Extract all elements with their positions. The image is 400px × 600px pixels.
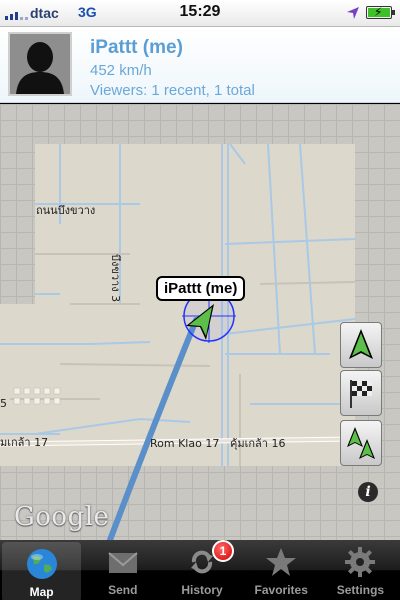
battery-charging-icon: ⚡ bbox=[366, 5, 395, 19]
map-label-edge: 5 bbox=[0, 397, 7, 410]
status-bar: dtac 3G 15:29 ⚡ bbox=[0, 0, 400, 27]
map-view[interactable]: ถนนบึงขวาง บึงขวาง 3 มเกล้า 17 Rom Klao … bbox=[0, 104, 400, 540]
tab-send[interactable]: Send bbox=[83, 540, 162, 600]
tab-settings[interactable]: Settings bbox=[321, 540, 400, 600]
user-location-label[interactable]: iPattt (me) bbox=[156, 276, 246, 301]
tab-label: Favorites bbox=[254, 583, 308, 597]
map-label-thanon-bueng-khwang: ถนนบึงขวาง bbox=[36, 204, 95, 217]
map-label-rom-klao-17-th: มเกล้า 17 bbox=[0, 436, 48, 449]
status-time: 15:29 bbox=[179, 3, 221, 20]
show-all-button[interactable] bbox=[340, 420, 382, 466]
location-arrow-icon bbox=[346, 6, 360, 24]
gear-icon bbox=[343, 545, 377, 584]
google-attribution: Google bbox=[14, 502, 110, 532]
tab-label: History bbox=[181, 583, 223, 597]
map-label-bueng-khwang-3: บึงขวาง 3 bbox=[109, 254, 122, 302]
tab-label: Settings bbox=[336, 583, 385, 597]
user-speed: 452 km/h bbox=[90, 62, 152, 79]
tab-label: Send bbox=[108, 583, 138, 597]
map-label-khum-klao-16: คุ้มเกล้า 16 bbox=[230, 437, 285, 450]
tab-favorites[interactable]: Favorites bbox=[242, 540, 321, 600]
avatar[interactable] bbox=[8, 32, 72, 96]
multi-arrow-icon bbox=[341, 427, 381, 469]
navigation-arrow-icon bbox=[341, 329, 381, 371]
tab-history[interactable]: 1 History bbox=[162, 540, 241, 600]
history-badge: 1 bbox=[212, 540, 234, 562]
tab-map[interactable]: Map bbox=[2, 542, 82, 600]
envelope-icon bbox=[106, 545, 140, 584]
destination-flag-button[interactable] bbox=[340, 370, 382, 416]
user-header[interactable]: iPattt (me) 452 km/h Viewers: 1 recent, … bbox=[0, 27, 400, 103]
info-icon[interactable]: i bbox=[358, 482, 378, 502]
user-name: iPattt (me) bbox=[90, 37, 183, 58]
tab-bar: Map Send 1 History Favorites Settings bbox=[0, 540, 400, 600]
checkered-flag-icon bbox=[341, 380, 381, 419]
viewer-count: Viewers: 1 recent, 1 total bbox=[90, 82, 255, 99]
map-label-rom-klao-17-en: Rom Klao 17 bbox=[150, 437, 219, 450]
navigate-button[interactable] bbox=[340, 322, 382, 368]
globe-icon bbox=[25, 547, 59, 586]
star-icon bbox=[264, 545, 298, 584]
tab-label: Map bbox=[29, 585, 54, 599]
map-tile: ถนนบึงขวาง บึงขวาง 3 มเกล้า 17 Rom Klao … bbox=[0, 143, 356, 540]
